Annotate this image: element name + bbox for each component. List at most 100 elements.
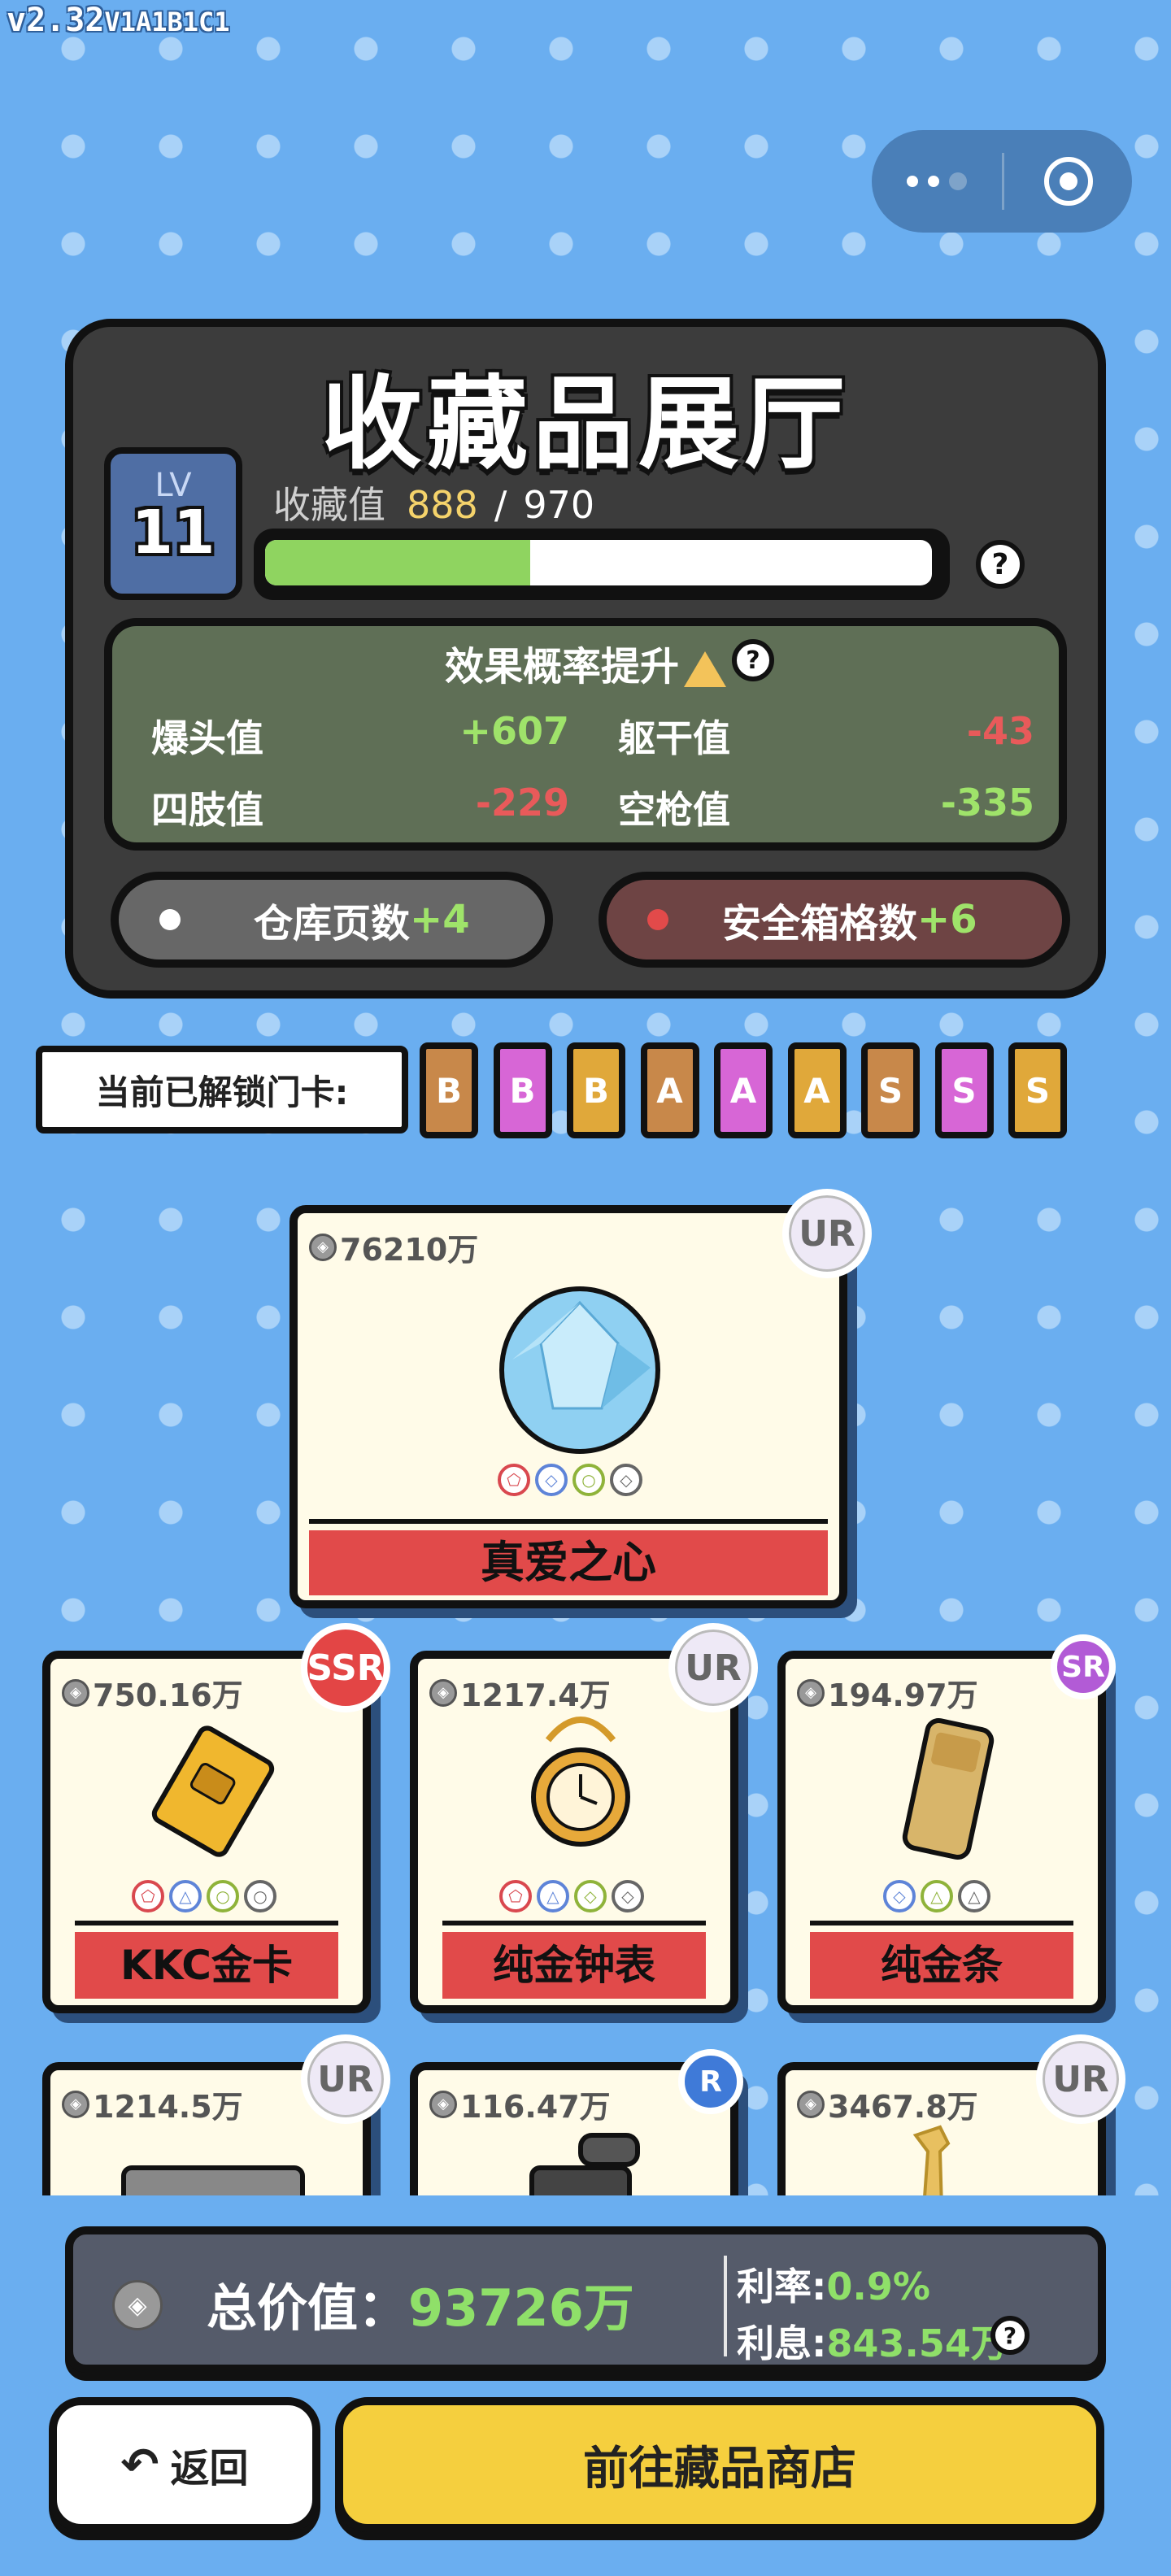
coin-icon: ◈: [62, 2090, 89, 2118]
stat-label: 空枪值: [618, 788, 730, 832]
keycard-b: B: [493, 1042, 552, 1138]
effect-help-icon[interactable]: ?: [732, 639, 774, 681]
divider: [724, 2256, 727, 2356]
keycard-a: A: [714, 1042, 773, 1138]
interest-amount: 利息:843.54万: [737, 2321, 1008, 2365]
coin-icon: ◈: [797, 2090, 825, 2118]
gem-slot-icon: ⬠: [132, 1880, 164, 1912]
item-name: KKC金卡: [75, 1932, 338, 1999]
gem-slot-icon: △: [537, 1880, 569, 1912]
item-price: ◈ 750.16万: [62, 1670, 243, 1715]
featured-item-card[interactable]: ◈ 76210万 ⬠ ◇ ○ ◇ 真爱之心: [289, 1205, 847, 1608]
rarity-badge: UR: [782, 1189, 872, 1278]
collection-help-icon[interactable]: ?: [976, 540, 1025, 589]
coin-icon: ◈: [62, 1678, 89, 1707]
keycard-s: S: [1008, 1042, 1067, 1138]
more-menu-button[interactable]: [872, 172, 1002, 190]
rarity-badge: UR: [668, 1623, 758, 1712]
stat-value: +607: [459, 709, 569, 753]
stat-label: 躯干值: [618, 716, 730, 760]
gem-slot-icon: ○: [244, 1880, 276, 1912]
rarity-badge: UR: [301, 2034, 390, 2124]
rarity-badge: R: [678, 2049, 743, 2114]
total-value-panel: ◈ 总价值：93726万 利率:0.9% 利息:843.54万 ?: [65, 2226, 1106, 2373]
item-name: 纯金条: [810, 1932, 1073, 1999]
bullet-dot: [159, 909, 181, 930]
item-price: ◈ 116.47万: [429, 2082, 611, 2126]
coin-icon: ◈: [429, 1678, 457, 1707]
gold-bar-icon: [902, 1718, 995, 1860]
version-label: v2.32V1A1B1C1: [7, 2, 230, 39]
item-gem-slots: ⬠ △ ○ ○: [132, 1880, 276, 1912]
keycard-a: A: [787, 1042, 847, 1138]
stat-value: -335: [940, 781, 1034, 825]
coin-icon: ◈: [112, 2280, 163, 2330]
level-value: 11: [131, 498, 215, 568]
gem-slot-icon: ◇: [610, 1464, 642, 1496]
more-dot-icon: [907, 176, 918, 187]
stat-label: 四肢值: [151, 788, 263, 832]
gem-slot-icon: ○: [572, 1464, 605, 1496]
gem-slot-icon: ◇: [883, 1880, 916, 1912]
level-badge: LV 11: [104, 447, 242, 600]
keycard-s: S: [934, 1042, 994, 1138]
keycard-s: S: [861, 1042, 920, 1138]
gem-slot-icon: ⬠: [498, 1464, 530, 1496]
keycard-b: B: [567, 1042, 625, 1138]
coin-icon: ◈: [309, 1233, 337, 1261]
progress-fill: [265, 540, 531, 585]
rarity-badge: SSR: [301, 1623, 390, 1712]
back-button[interactable]: ↶ 返回: [49, 2397, 320, 2532]
total-value-label: 总价值：93726万: [207, 2278, 634, 2338]
item-card[interactable]: ◈ 194.97万 ◇ △ △ 纯金条: [777, 1651, 1106, 2013]
gem-slot-icon: ○: [207, 1880, 239, 1912]
rarity-badge: SR: [1051, 1634, 1116, 1699]
gem-slot-icon: ⬠: [499, 1880, 532, 1912]
stat-value: -229: [475, 781, 569, 825]
diamond-heart-icon: [499, 1286, 660, 1454]
gem-slot-icon: △: [169, 1880, 202, 1912]
gold-card-icon: [151, 1725, 275, 1857]
collection-value: 收藏值 888/970: [273, 483, 595, 527]
mini-program-capsule: [872, 130, 1132, 233]
bullet-dot: [647, 909, 668, 930]
interest-help-icon[interactable]: ?: [990, 2316, 1030, 2355]
more-dot-icon: [949, 172, 967, 190]
safe-box-slots-bonus: 安全箱格数 +6: [599, 872, 1070, 968]
item-name: 纯金钟表: [442, 1932, 706, 1999]
gold-pocket-watch-icon: [531, 1717, 630, 1847]
warning-triangle-icon: [684, 651, 726, 687]
close-miniprogram-button[interactable]: [1004, 157, 1132, 206]
keycard-a: A: [640, 1042, 699, 1138]
collection-progress-bar: [254, 529, 950, 600]
gem-slot-icon: ◇: [574, 1880, 607, 1912]
collection-current: 888: [407, 483, 478, 527]
stat-value: -43: [966, 709, 1034, 753]
more-dot-icon: [928, 176, 939, 187]
gem-slot-icon: △: [958, 1880, 990, 1912]
total-value: 93726万: [408, 2278, 634, 2338]
item-gem-slots: ⬠ △ ◇ ◇: [499, 1880, 644, 1912]
item-gem-slots: ◇ △ △: [883, 1880, 990, 1912]
target-icon: [1043, 157, 1093, 206]
warehouse-pages-bonus: 仓库页数 +4: [111, 872, 553, 968]
gem-slot-icon: ◇: [535, 1464, 568, 1496]
coin-icon: ◈: [797, 1678, 825, 1707]
item-gem-slots: ⬠ ◇ ○ ◇: [498, 1464, 642, 1496]
unlocked-keycards-label: 当前已解锁门卡:: [36, 1046, 408, 1134]
effect-title: 效果概率提升: [104, 634, 1067, 691]
rarity-badge: UR: [1036, 2034, 1125, 2124]
coin-icon: ◈: [429, 2090, 457, 2118]
collection-max: 970: [523, 483, 595, 527]
keycard-b: B: [420, 1042, 478, 1138]
item-name: 真爱之心: [309, 1530, 828, 1595]
go-to-shop-button[interactable]: 前往藏品商店: [335, 2397, 1104, 2532]
stat-label: 爆头值: [151, 716, 263, 760]
gem-slot-icon: △: [921, 1880, 953, 1912]
collection-label: 收藏值: [273, 483, 385, 527]
item-price: ◈ 1214.5万: [62, 2082, 243, 2126]
item-price: ◈ 76210万: [309, 1225, 478, 1269]
return-arrow-icon: ↶: [120, 2438, 159, 2491]
gem-slot-icon: ◇: [612, 1880, 644, 1912]
interest-rate: 利率:0.9%: [737, 2265, 930, 2308]
